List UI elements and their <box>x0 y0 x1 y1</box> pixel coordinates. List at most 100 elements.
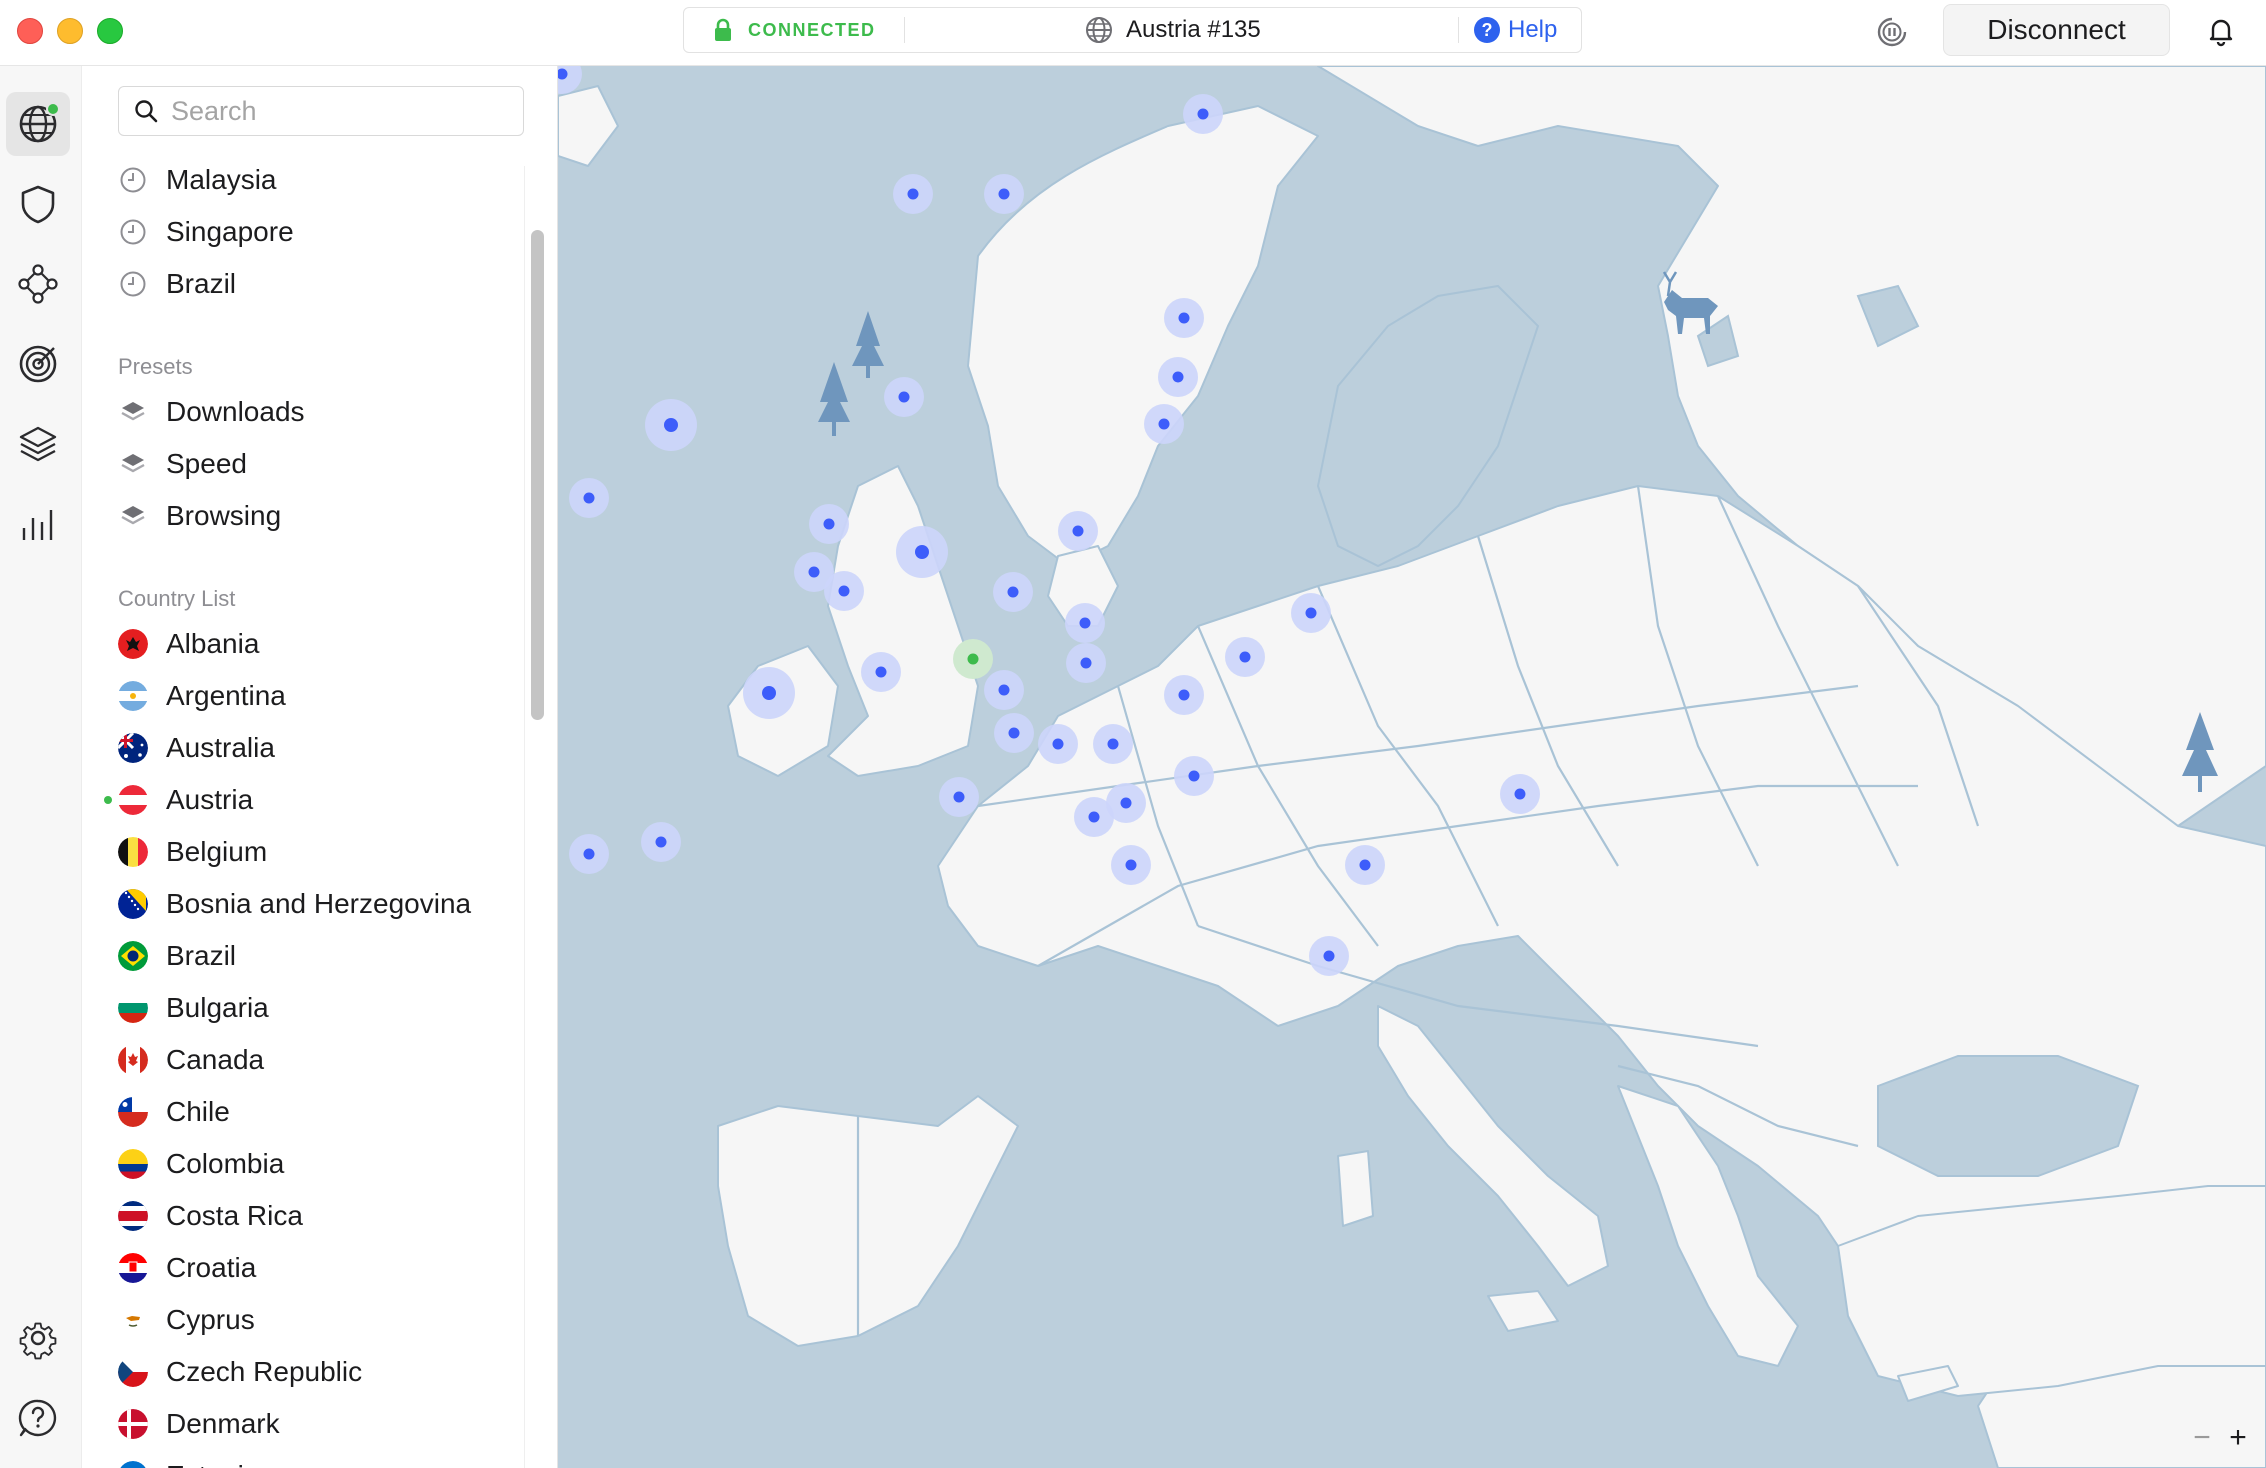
europe-map[interactable] <box>558 66 2266 1468</box>
country-item[interactable]: Brazil <box>118 930 528 982</box>
country-item-icon <box>118 1149 148 1179</box>
clock-icon <box>120 219 146 245</box>
country-item[interactable]: Estonia <box>118 1450 528 1468</box>
country-item[interactable]: Croatia <box>118 1242 528 1294</box>
server-marker-dot <box>1079 617 1091 629</box>
help-link[interactable]: ? Help <box>1474 8 1557 52</box>
search-input[interactable] <box>171 95 511 127</box>
recent-item[interactable]: Singapore <box>118 206 528 258</box>
country-item[interactable]: Australia <box>118 722 528 774</box>
country-item[interactable]: Cyprus <box>118 1294 528 1346</box>
country-item[interactable]: Bosnia and Herzegovina <box>118 878 528 930</box>
preset-item[interactable]: Speed <box>118 438 528 490</box>
server-marker-dot <box>1107 738 1119 750</box>
country-item-icon <box>118 785 148 815</box>
country-item[interactable]: Costa Rica <box>118 1190 528 1242</box>
preset-item-icon <box>118 397 148 427</box>
stats-icon <box>22 510 53 540</box>
connected-indicator <box>104 796 112 804</box>
preset-item-label: Downloads <box>166 396 305 427</box>
recent-item[interactable]: Brazil <box>118 258 528 310</box>
recent-item[interactable]: Malaysia <box>118 154 528 206</box>
flag-dk-icon <box>118 1409 148 1439</box>
window-close-button[interactable] <box>17 18 43 44</box>
country-item[interactable]: Canada <box>118 1034 528 1086</box>
server-name: Austria #135 <box>1126 16 1261 43</box>
world-map[interactable]: − + <box>558 66 2266 1468</box>
country-item[interactable]: Argentina <box>118 670 528 722</box>
flag-be-icon <box>118 837 148 867</box>
server-marker-dot <box>823 518 835 530</box>
server-marker-dot <box>655 836 667 848</box>
server-marker-dot <box>1323 950 1335 962</box>
current-server[interactable]: Austria #135 <box>1084 8 1261 52</box>
divider <box>904 17 905 43</box>
server-marker-dot <box>762 686 776 700</box>
country-item-icon <box>118 733 148 763</box>
flag-al-icon <box>118 629 148 659</box>
zoom-in-button[interactable]: + <box>2229 1421 2247 1455</box>
flag-ee-icon <box>118 1461 148 1468</box>
server-marker-dot <box>1158 418 1170 430</box>
rail-threat-protection[interactable] <box>6 172 70 236</box>
server-list-panel: Malaysia Singapore Brazil Presets Download… <box>82 66 558 1468</box>
country-item-label: Australia <box>166 732 275 763</box>
country-item-label: Colombia <box>166 1148 285 1179</box>
country-item[interactable]: Austria <box>104 774 528 826</box>
recent-item-icon <box>118 165 148 195</box>
country-item-label: Czech Republic <box>166 1356 363 1387</box>
server-marker-dot <box>915 545 929 559</box>
preset-item[interactable]: Browsing <box>118 490 528 542</box>
country-item[interactable]: Albania <box>118 618 528 670</box>
server-marker-dot <box>1007 586 1019 598</box>
server-marker-dot <box>1172 371 1184 383</box>
country-item[interactable]: Czech Republic <box>118 1346 528 1398</box>
rail-countries[interactable] <box>6 92 70 156</box>
country-item-icon <box>118 1097 148 1127</box>
country-list-heading: Country List <box>118 586 236 611</box>
zoom-out-button[interactable]: − <box>2193 1421 2211 1455</box>
server-marker-dot <box>1178 312 1190 324</box>
title-bar: CONNECTED Austria #135 ? Help Disconnect <box>0 0 2266 66</box>
rail-help[interactable] <box>6 1386 70 1450</box>
connection-status-bar: CONNECTED Austria #135 ? Help <box>683 7 1582 53</box>
preset-item[interactable]: Downloads <box>118 386 528 438</box>
navigation-rail <box>0 66 82 1468</box>
land-masses <box>558 66 2266 1468</box>
pause-icon[interactable] <box>1874 14 1910 50</box>
country-item[interactable]: Chile <box>118 1086 528 1138</box>
rail-specialty-servers[interactable] <box>6 412 70 476</box>
rail-settings[interactable] <box>6 1306 70 1370</box>
flag-ca-icon <box>118 1045 148 1075</box>
country-item[interactable]: Bulgaria <box>118 982 528 1034</box>
country-item-label: Belgium <box>166 836 268 867</box>
preset-layers-icon <box>121 454 145 473</box>
country-item-label: Cyprus <box>166 1304 255 1335</box>
search-box[interactable] <box>118 86 524 136</box>
bell-icon[interactable] <box>2204 14 2238 48</box>
gear-icon <box>19 1322 57 1360</box>
window-minimize-button[interactable] <box>57 18 83 44</box>
preset-item-label: Browsing <box>166 500 282 531</box>
country-item-icon <box>118 1045 148 1075</box>
country-item[interactable]: Belgium <box>118 826 528 878</box>
server-marker-dot <box>998 188 1010 200</box>
window-zoom-button[interactable] <box>97 18 123 44</box>
preset-layers-icon <box>121 402 145 421</box>
rail-statistics[interactable] <box>6 492 70 556</box>
server-marker-dot <box>1197 108 1209 120</box>
clock-icon <box>120 271 146 297</box>
country-item-icon <box>118 1461 148 1468</box>
rail-dark-web-monitor[interactable] <box>6 332 70 396</box>
scrollbar-thumb[interactable] <box>531 230 544 720</box>
country-item[interactable]: Denmark <box>118 1398 528 1450</box>
connection-status-label: CONNECTED <box>748 19 876 40</box>
country-item-icon <box>118 629 148 659</box>
presets-list: Downloads Speed Browsing <box>118 386 528 542</box>
recent-item-label: Malaysia <box>166 164 277 195</box>
rail-meshnet[interactable] <box>6 252 70 316</box>
recent-item-label: Singapore <box>166 216 294 247</box>
question-icon: ? <box>1474 17 1500 43</box>
country-item[interactable]: Colombia <box>118 1138 528 1190</box>
disconnect-button[interactable]: Disconnect <box>1943 4 2170 56</box>
